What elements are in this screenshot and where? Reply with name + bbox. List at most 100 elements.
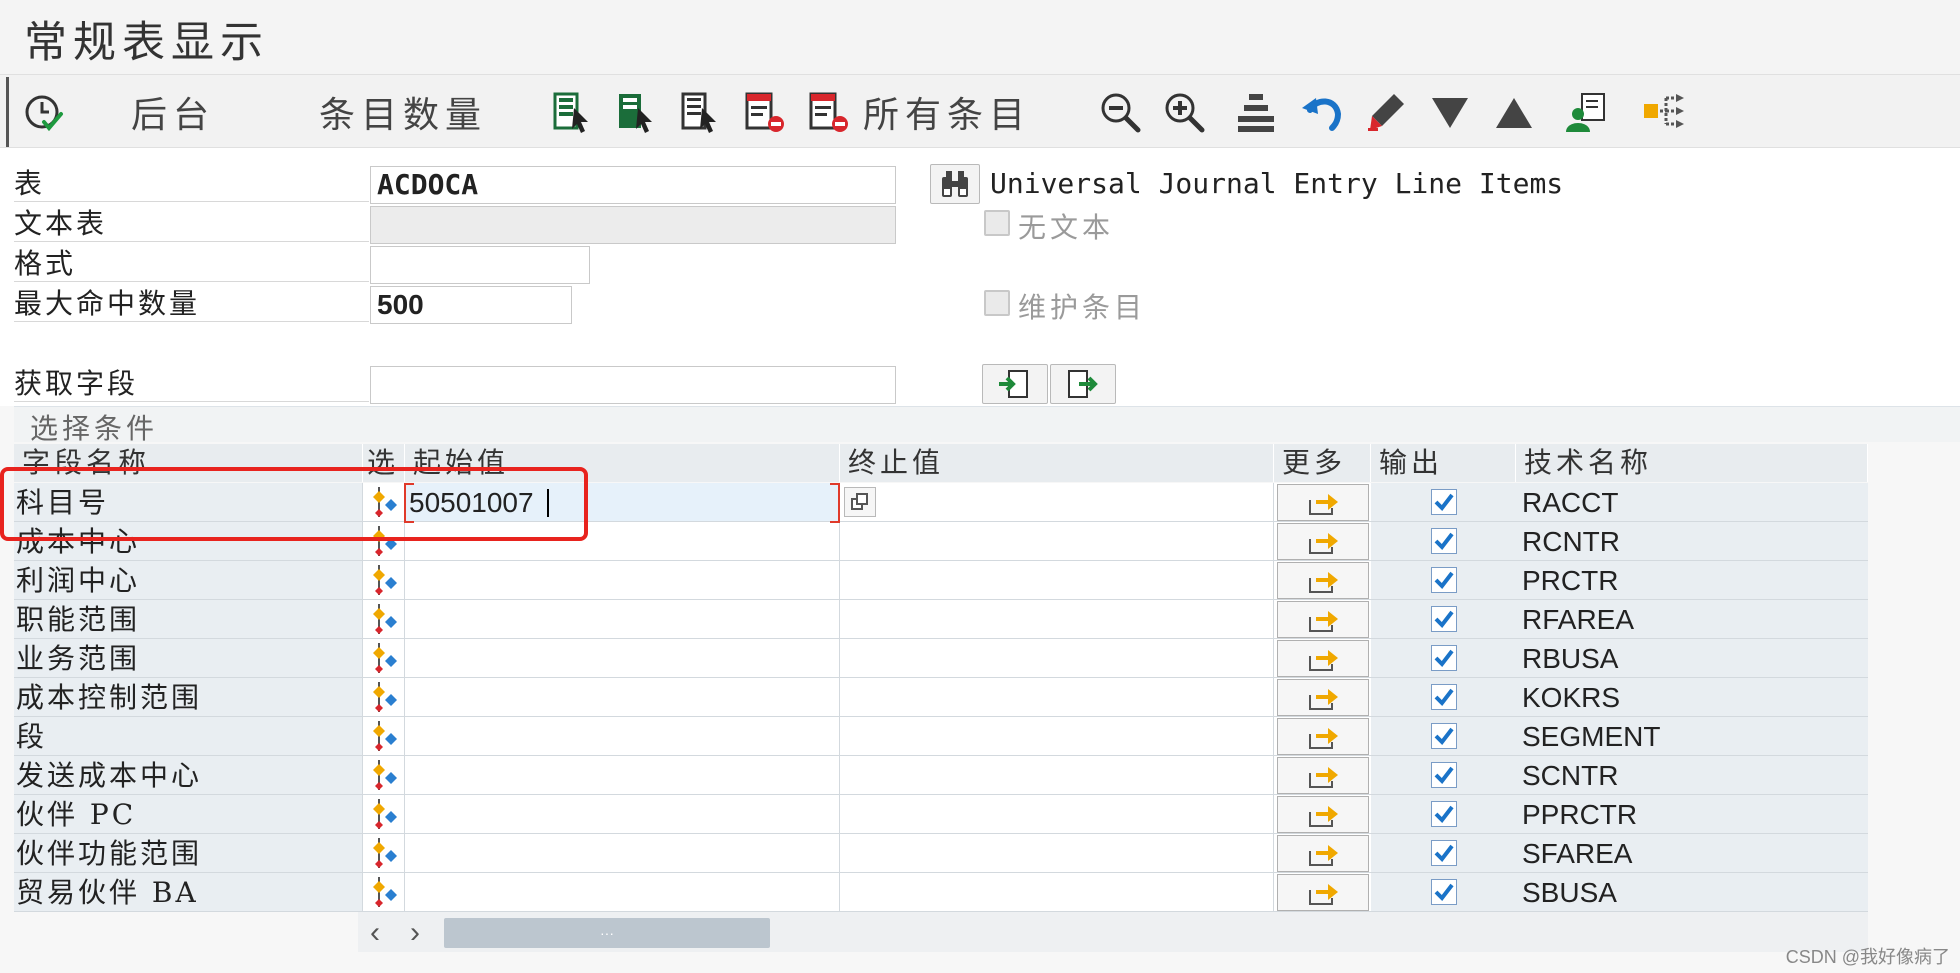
tech-name-cell: PRCTR (1516, 561, 1868, 600)
selection-options-icon[interactable] (363, 795, 405, 834)
field-name-cell: 职能范围 (14, 600, 363, 639)
multiple-selection-button[interactable] (1276, 483, 1369, 521)
selection-options-icon[interactable] (363, 834, 405, 873)
zoom-out-icon[interactable] (1096, 83, 1144, 141)
zoom-in-icon[interactable] (1160, 83, 1208, 141)
selection-options-icon[interactable] (363, 639, 405, 678)
from-value-input[interactable] (405, 600, 840, 639)
undo-icon[interactable] (1298, 83, 1346, 141)
to-value-input[interactable] (840, 678, 1274, 717)
selection-options-icon[interactable] (363, 756, 405, 795)
from-value-input[interactable] (405, 795, 840, 834)
to-value-input[interactable] (840, 795, 1274, 834)
multiple-selection-button[interactable] (1276, 522, 1369, 560)
output-checkbox[interactable] (1430, 528, 1457, 554)
delete-all-icon[interactable] (806, 83, 852, 141)
output-checkbox[interactable] (1430, 645, 1457, 671)
multiple-selection-button[interactable] (1276, 600, 1369, 638)
multiple-selection-button[interactable] (1276, 717, 1369, 755)
multiple-selection-button[interactable] (1276, 756, 1369, 794)
from-value-input[interactable] (405, 561, 840, 600)
selection-options-icon[interactable] (363, 600, 405, 639)
from-value-input[interactable] (405, 756, 840, 795)
max-hits-input[interactable]: 500 (370, 286, 572, 324)
from-value-input[interactable] (405, 678, 840, 717)
output-checkbox[interactable] (1430, 723, 1457, 749)
table-row: 伙伴 PC PPRCTR (14, 795, 1868, 834)
output-checkbox[interactable] (1430, 879, 1457, 905)
output-checkbox[interactable] (1430, 489, 1457, 515)
import-fields-icon[interactable] (982, 364, 1048, 404)
user-settings-icon[interactable] (1562, 83, 1610, 141)
align-icon[interactable] (1232, 83, 1280, 141)
selection-options-icon[interactable] (363, 561, 405, 600)
to-value-input[interactable] (840, 717, 1274, 756)
multiple-selection-button[interactable] (1276, 873, 1369, 911)
output-cell (1371, 600, 1516, 639)
scroll-left-icon[interactable]: ‹ (370, 916, 380, 950)
selection-options-icon[interactable] (363, 717, 405, 756)
to-value-input[interactable] (840, 756, 1274, 795)
to-value-input[interactable] (840, 561, 1274, 600)
multiple-selection-button[interactable] (1276, 795, 1369, 833)
from-value-input[interactable] (405, 834, 840, 873)
from-value-input[interactable] (405, 639, 840, 678)
to-value-input[interactable] (840, 873, 1274, 912)
execute-icon[interactable] (20, 83, 68, 141)
to-value-input[interactable] (840, 600, 1274, 639)
field-name-cell: 业务范围 (14, 639, 363, 678)
format-input[interactable] (370, 246, 590, 284)
multiple-selection-button[interactable] (1276, 639, 1369, 677)
col-output[interactable]: 输出 (1371, 444, 1516, 482)
horizontal-scrollbar[interactable]: ‹ › ··· (358, 912, 1868, 952)
tech-name-cell: SBUSA (1516, 873, 1868, 912)
multiple-selection-icon[interactable] (844, 487, 876, 517)
output-checkbox[interactable] (1430, 801, 1457, 827)
split-icon[interactable] (1640, 83, 1688, 141)
table-input[interactable]: ACDOCA (370, 166, 896, 204)
text-table-label: 文本表 (14, 206, 369, 242)
deselect-all-icon[interactable] (678, 83, 724, 141)
col-tech-name[interactable]: 技术名称 (1516, 444, 1868, 482)
sort-desc-icon[interactable] (1426, 83, 1474, 141)
to-value-input[interactable] (840, 483, 1274, 522)
output-cell (1371, 795, 1516, 834)
table-row: 利润中心 PRCTR (14, 561, 1868, 600)
from-value-input[interactable] (405, 717, 840, 756)
selection-options-icon[interactable] (363, 873, 405, 912)
pencil-icon[interactable] (1362, 83, 1410, 141)
multiple-selection-button[interactable] (1276, 678, 1369, 716)
select-block-icon[interactable] (550, 83, 596, 141)
fetch-fields-input[interactable] (370, 366, 896, 404)
multiple-selection-button[interactable] (1276, 561, 1369, 599)
more-cell (1274, 717, 1371, 756)
col-to[interactable]: 终止值 (840, 444, 1274, 482)
to-value-input[interactable] (840, 834, 1274, 873)
col-more[interactable]: 更多 (1274, 444, 1371, 482)
to-value-input[interactable] (840, 639, 1274, 678)
all-entries-button[interactable]: 所有条目 (862, 83, 1032, 141)
export-fields-icon[interactable] (1050, 364, 1116, 404)
output-cell (1371, 522, 1516, 561)
maintain-entries-checkbox (984, 290, 1010, 316)
field-name-cell: 贸易伙伴 BA (14, 873, 363, 912)
delete-entry-icon[interactable] (742, 83, 788, 141)
entry-count-button[interactable]: 条目数量 (318, 83, 488, 141)
toolbar: 后台 条目数量 所有条目 (0, 74, 1960, 148)
sort-asc-icon[interactable] (1490, 83, 1538, 141)
output-checkbox[interactable] (1430, 840, 1457, 866)
from-value-input[interactable] (405, 873, 840, 912)
field-name-cell: 伙伴功能范围 (14, 834, 363, 873)
back-button[interactable]: 后台 (128, 83, 218, 141)
binoculars-icon[interactable] (930, 164, 980, 204)
output-checkbox[interactable] (1430, 606, 1457, 632)
multiple-selection-button[interactable] (1276, 834, 1369, 872)
select-all-icon[interactable] (614, 83, 660, 141)
output-checkbox[interactable] (1430, 762, 1457, 788)
scroll-right-icon[interactable]: › (410, 916, 420, 950)
scroll-thumb[interactable]: ··· (444, 918, 770, 948)
output-checkbox[interactable] (1430, 684, 1457, 710)
output-checkbox[interactable] (1430, 567, 1457, 593)
selection-options-icon[interactable] (363, 678, 405, 717)
to-value-input[interactable] (840, 522, 1274, 561)
